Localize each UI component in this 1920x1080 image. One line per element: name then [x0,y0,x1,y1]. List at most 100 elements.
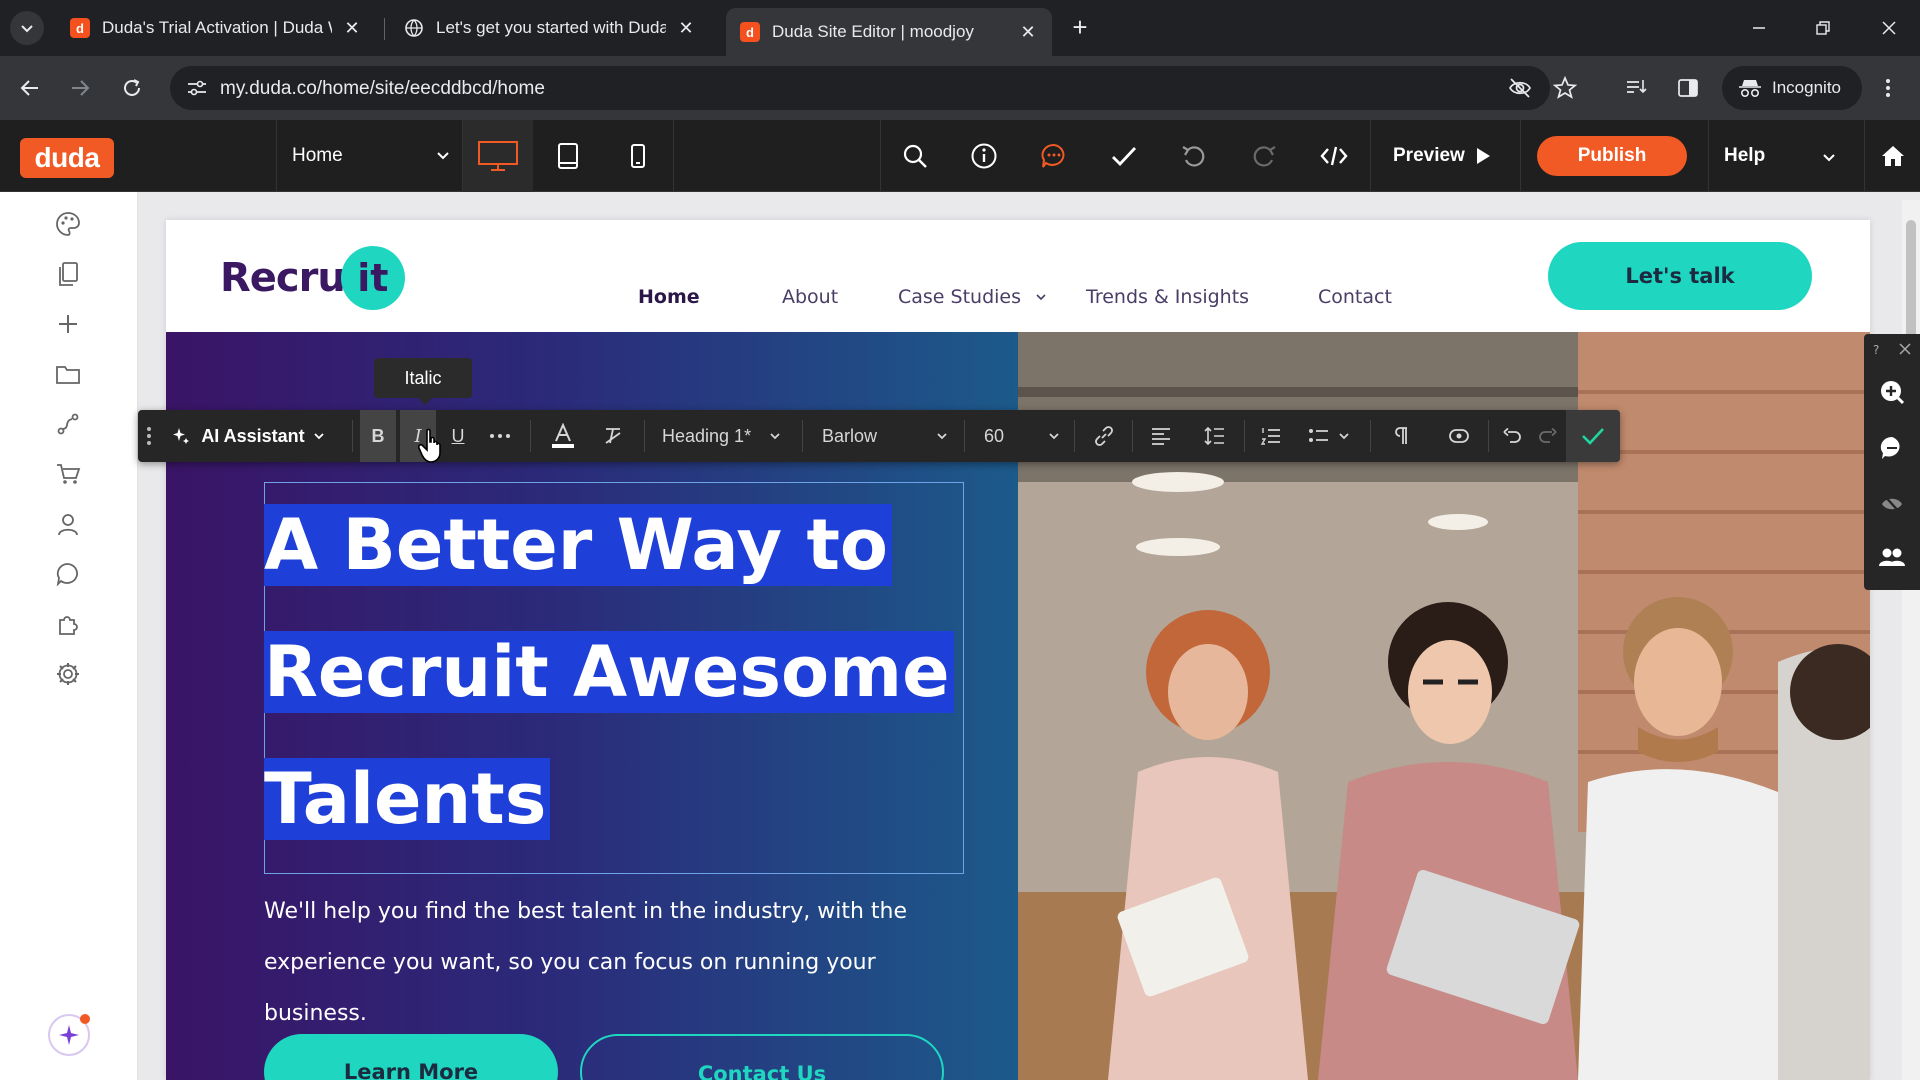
eye-off-icon[interactable] [1508,77,1532,99]
editor-top-bar: duda Home Preview Publish Help [0,120,1920,192]
canvas-scrollbar-thumb[interactable] [1906,220,1916,340]
nav-home[interactable]: Home [638,286,700,308]
page-select-dropdown[interactable]: Home [278,120,460,192]
undo-button[interactable] [1159,120,1229,192]
help-button[interactable]: Help [1724,120,1765,192]
close-tab-icon[interactable]: ✕ [676,18,696,39]
lets-talk-button[interactable]: Let's talk [1548,242,1812,310]
close-icon[interactable] [1898,342,1912,356]
comments-button[interactable] [1019,120,1089,192]
side-panel-icon[interactable] [1676,76,1700,100]
reload-icon [124,79,140,96]
reload-button[interactable] [114,70,150,106]
tablet-icon [558,143,578,169]
tab-search-button[interactable] [10,11,44,45]
bookmark-star-icon[interactable] [1553,76,1577,100]
incognito-badge[interactable]: Incognito [1722,66,1862,110]
add-widget-button[interactable] [52,308,84,340]
chat-button[interactable] [1878,434,1906,462]
comments-panel-button[interactable] [52,558,84,590]
zoom-in-button[interactable] [1878,378,1906,406]
redo-button[interactable] [1229,120,1299,192]
drag-handle[interactable] [138,410,160,462]
back-button[interactable] [12,70,48,106]
svg-text:?: ? [1873,343,1879,356]
content-button[interactable] [52,358,84,390]
preview-button[interactable]: Preview [1393,120,1491,192]
paragraph-direction-button[interactable] [1378,410,1424,462]
ai-assistant-button[interactable]: AI Assistant [168,410,328,462]
minimize-button[interactable] [1736,10,1782,46]
hero-headline[interactable]: A Better Way to Recruit Awesome Talents [264,482,964,863]
dashboard-home-button[interactable] [1865,120,1920,192]
nav-about[interactable]: About [782,286,838,308]
duda-logo[interactable]: duda [20,138,114,178]
ecommerce-button[interactable] [52,458,84,490]
pages-button[interactable] [52,258,84,290]
browser-tab-3-active[interactable]: d Duda Site Editor | moodjoy ✕ [726,8,1052,56]
nav-case-studies[interactable]: Case Studies [898,286,1047,308]
close-icon [1882,21,1896,35]
site-preview: Recru it Home About Case Studies Trends … [166,220,1870,1080]
text-color-icon [552,423,574,448]
code-icon [1320,146,1348,166]
members-button[interactable] [52,508,84,540]
learn-more-button[interactable]: Learn More [264,1034,558,1080]
restore-button[interactable] [1800,10,1846,46]
address-bar[interactable]: my.duda.co/home/site/eecddbcd/home [170,66,1550,110]
close-tab-icon[interactable]: ✕ [342,18,362,39]
code-button[interactable] [1299,120,1369,192]
forward-button[interactable] [62,70,98,106]
publish-button[interactable]: Publish [1537,136,1687,176]
new-tab-button[interactable]: + [1065,12,1095,42]
search-button[interactable] [880,120,950,192]
align-button[interactable] [1138,410,1184,462]
text-color-button[interactable] [540,410,586,462]
close-tab-icon[interactable]: ✕ [1018,22,1038,43]
font-family-value: Barlow [822,425,878,446]
text-redo-button[interactable] [1530,410,1566,462]
headline-line: Talents [264,758,551,840]
collaborators-button[interactable] [1878,544,1906,572]
checklist-button[interactable] [1089,120,1159,192]
site-settings-icon[interactable] [186,78,208,98]
confirm-edit-button[interactable] [1566,410,1620,462]
close-window-button[interactable] [1866,10,1912,46]
flows-button[interactable] [52,408,84,440]
site-logo[interactable]: Recru it [220,246,405,310]
text-style-select[interactable]: Heading 1* [652,410,792,462]
nav-trends-insights[interactable]: Trends & Insights [1086,286,1249,308]
desktop-view-button[interactable] [463,120,533,192]
dynamic-content-button[interactable] [1436,410,1482,462]
more-vertical-icon[interactable] [1880,76,1896,100]
text-undo-button[interactable] [1494,410,1530,462]
browser-tab-1[interactable]: d Duda's Trial Activation | Duda W ✕ [56,8,376,48]
numbered-list-icon [1260,428,1280,445]
hide-element-button[interactable] [1878,490,1906,518]
contact-us-button[interactable]: Contact Us [580,1034,944,1080]
font-size-select[interactable]: 60 [972,410,1066,462]
reading-list-icon[interactable] [1624,76,1648,100]
hero-subtext[interactable]: We'll help you find the best talent in t… [264,886,984,1039]
question-icon[interactable]: ? [1870,342,1884,356]
more-formats-button[interactable] [480,410,520,462]
checkmark-icon [1582,428,1604,445]
bold-button[interactable]: B [360,410,396,462]
font-family-select[interactable]: Barlow [810,410,956,462]
chevron-down-icon[interactable] [1822,150,1836,164]
headline-line: A Better Way to [264,504,893,586]
nav-contact[interactable]: Contact [1318,286,1392,308]
settings-button[interactable] [52,658,84,690]
info-button[interactable] [949,120,1019,192]
link-button[interactable] [1082,410,1126,462]
clear-format-button[interactable] [590,410,636,462]
numbered-list-button[interactable] [1248,410,1294,462]
line-height-button[interactable] [1192,410,1238,462]
tablet-view-button[interactable] [533,120,603,192]
bullet-list-button[interactable] [1296,410,1362,462]
design-button[interactable] [52,208,84,240]
mobile-view-button[interactable] [603,120,673,192]
mobile-icon [631,144,645,168]
apps-button[interactable] [52,608,84,640]
browser-tab-2[interactable]: Let's get you started with Duda ✕ [390,8,710,48]
